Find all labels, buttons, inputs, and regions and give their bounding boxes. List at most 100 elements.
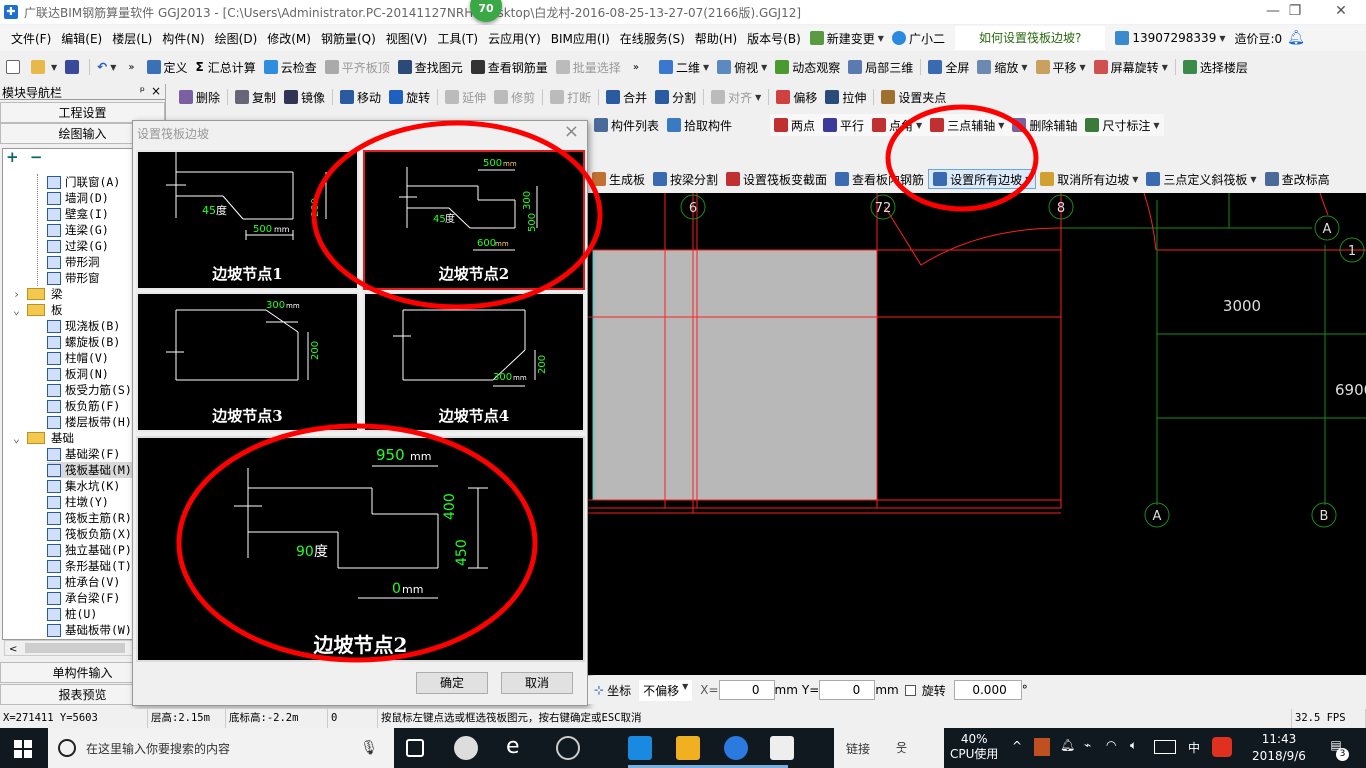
- axis-button-4[interactable]: 删除辅轴: [1008, 115, 1081, 135]
- bell-icon[interactable]: 🔔︎: [1287, 30, 1305, 46]
- ime-indicator[interactable]: 中: [1188, 739, 1200, 756]
- tree-item[interactable]: 桩(U): [47, 606, 97, 622]
- tree-folder[interactable]: ⌄ 基础: [13, 430, 74, 446]
- chevron-down-icon[interactable]: ▼: [1080, 63, 1086, 72]
- glodon-g-app-icon[interactable]: [724, 736, 748, 760]
- tree-item[interactable]: 柱墩(Y): [47, 494, 109, 510]
- volume-icon[interactable]: 🔈︎: [1130, 738, 1137, 753]
- zoom-button-1[interactable]: 缩放 ▼: [973, 57, 1031, 77]
- drawing-canvas[interactable]: 6 72 8 A 1 A B 3000 6900: [588, 192, 1366, 675]
- glodon-app-icon[interactable]: [628, 736, 652, 760]
- raft-button-4[interactable]: 设置所有边坡 ▼: [928, 169, 1037, 189]
- help-app-icon[interactable]: [770, 736, 794, 760]
- tree-item[interactable]: 壁龛(I): [47, 206, 109, 222]
- menu-item-10[interactable]: BIM应用(I): [546, 30, 615, 47]
- chevron-down-icon[interactable]: ▼: [755, 93, 761, 102]
- main-button-4[interactable]: 查找图元: [394, 57, 467, 77]
- edit-button-7[interactable]: 打断: [546, 87, 595, 107]
- edit-button-5[interactable]: 延伸: [441, 87, 490, 107]
- rotate-checkbox[interactable]: [904, 684, 916, 696]
- new-change-button[interactable]: 新建变更 ▼: [806, 28, 888, 48]
- menu-item-2[interactable]: 楼层(L): [107, 30, 157, 47]
- menu-item-1[interactable]: 编辑(E): [56, 30, 107, 47]
- assistant-button[interactable]: 广小二: [888, 28, 949, 48]
- tree-folder[interactable]: › 梁: [13, 286, 63, 302]
- windows-start-icon[interactable]: [14, 740, 32, 758]
- menu-item-13[interactable]: 版本号(B): [742, 30, 806, 47]
- chevron-down-icon[interactable]: ▼: [1025, 175, 1031, 184]
- chevron-down-icon[interactable]: ▼: [761, 63, 767, 72]
- menu-item-9[interactable]: 云应用(Y): [483, 30, 546, 47]
- edit-button-3[interactable]: 移动: [336, 87, 385, 107]
- tree-item[interactable]: 承台梁(F): [47, 590, 120, 606]
- tree-item[interactable]: 楼层板带(H): [47, 414, 132, 430]
- chevron-down-icon[interactable]: ⌄: [13, 431, 27, 445]
- overflow-icon[interactable]: »: [633, 62, 639, 73]
- main-button-1[interactable]: Σ 汇总计算: [192, 57, 260, 77]
- tree-folder[interactable]: ⌄ 板: [13, 302, 63, 318]
- menu-item-7[interactable]: 视图(V): [381, 30, 433, 47]
- menu-item-12[interactable]: 帮助(H): [690, 30, 742, 47]
- menu-item-3[interactable]: 构件(N): [157, 30, 209, 47]
- menu-item-0[interactable]: 文件(F): [6, 30, 56, 47]
- edit-button-10[interactable]: 对齐 ▼: [707, 87, 765, 107]
- tree-item[interactable]: 筏板负筋(X): [47, 526, 132, 542]
- cancel-button[interactable]: 取消: [501, 672, 573, 694]
- tree-item[interactable]: 带形洞: [47, 254, 100, 270]
- overflow-icon[interactable]: »: [128, 62, 134, 73]
- raft-button-3[interactable]: 查看板内钢筋: [831, 169, 928, 189]
- tree-item[interactable]: 筏板主筋(R): [47, 510, 132, 526]
- slope-node-1-option[interactable]: 45 度 500 mm 200 边坡节点1: [136, 150, 359, 290]
- chevron-down-icon[interactable]: ▼: [1132, 175, 1138, 184]
- expand-all-icon[interactable]: +: [6, 148, 19, 166]
- taskbar-search-box[interactable]: 在这里输入你要搜索的内容 🎙︎: [48, 728, 394, 768]
- tray-app-icon[interactable]: [1034, 738, 1050, 756]
- raft-button-6[interactable]: 三点定义斜筏板 ▼: [1142, 169, 1260, 189]
- power-icon[interactable]: ⌁: [1084, 738, 1091, 752]
- notes-app-icon[interactable]: [676, 736, 700, 760]
- slope-node-2-option[interactable]: 500 mm 45 度 600 mm 300 500 边坡节点2: [363, 150, 585, 290]
- zoom-button-2[interactable]: 平移 ▼: [1032, 57, 1090, 77]
- chevron-right-icon[interactable]: ›: [13, 287, 27, 301]
- people-icon[interactable]: 웃: [896, 739, 907, 756]
- account-button[interactable]: 13907298339 ▼: [1111, 28, 1229, 48]
- tree-item[interactable]: 基础板带(W): [47, 622, 132, 638]
- rotate-angle-input[interactable]: 0.000: [953, 680, 1022, 700]
- main-button-6[interactable]: 批量选择: [552, 57, 625, 77]
- raft-button-1[interactable]: 按梁分割: [649, 169, 722, 189]
- axis-button-1[interactable]: 平行: [819, 115, 868, 135]
- chevron-down-icon[interactable]: ▼: [916, 121, 922, 130]
- tree-item[interactable]: 墙洞(D): [47, 190, 109, 206]
- menu-item-11[interactable]: 在线服务(S): [615, 30, 690, 47]
- main-button-0[interactable]: 定义: [143, 57, 192, 77]
- raft-button-7[interactable]: 查改标高: [1261, 169, 1334, 189]
- component-button-1[interactable]: 拾取构件: [663, 115, 736, 135]
- tree-item[interactable]: 板负筋(F): [47, 398, 120, 414]
- raft-button-5[interactable]: 取消所有边坡 ▼: [1036, 169, 1142, 189]
- axis-button-2[interactable]: 点角 ▼: [868, 115, 926, 135]
- ie-browser-icon[interactable]: e: [506, 736, 530, 760]
- collapse-all-icon[interactable]: −: [30, 148, 43, 166]
- fan-app-icon[interactable]: [454, 736, 478, 760]
- menu-item-6[interactable]: 钢筋量(Q): [316, 30, 381, 47]
- coordinate-button[interactable]: 坐标: [607, 682, 631, 699]
- raft-button-0[interactable]: 生成板: [588, 169, 649, 189]
- edit-button-11[interactable]: 偏移: [772, 87, 821, 107]
- chevron-down-icon[interactable]: ⌄: [13, 303, 27, 317]
- chevron-down-icon[interactable]: ▼: [1021, 63, 1027, 72]
- menu-item-8[interactable]: 工具(T): [432, 30, 483, 47]
- edit-button-4[interactable]: 旋转: [385, 87, 434, 107]
- view-button-0[interactable]: 二维 ▼: [655, 57, 713, 77]
- tree-item[interactable]: 门联窗(A): [47, 174, 120, 190]
- chevron-down-icon[interactable]: ▼: [998, 121, 1004, 130]
- tree-item[interactable]: 集水坑(K): [47, 478, 120, 494]
- tree-item[interactable]: 筏板基础(M): [47, 462, 132, 478]
- app-g-icon[interactable]: [556, 736, 580, 760]
- chevron-down-icon[interactable]: ▼: [1250, 175, 1256, 184]
- keyboard-icon[interactable]: [1154, 740, 1176, 754]
- view-button-2[interactable]: 动态观察: [771, 57, 844, 77]
- tree-item[interactable]: 带形窗: [47, 270, 100, 286]
- select-floor-button[interactable]: 选择楼层: [1179, 57, 1252, 77]
- action-center-button[interactable]: ▤ 3: [1326, 738, 1349, 761]
- view-button-3[interactable]: 局部三维: [844, 57, 917, 77]
